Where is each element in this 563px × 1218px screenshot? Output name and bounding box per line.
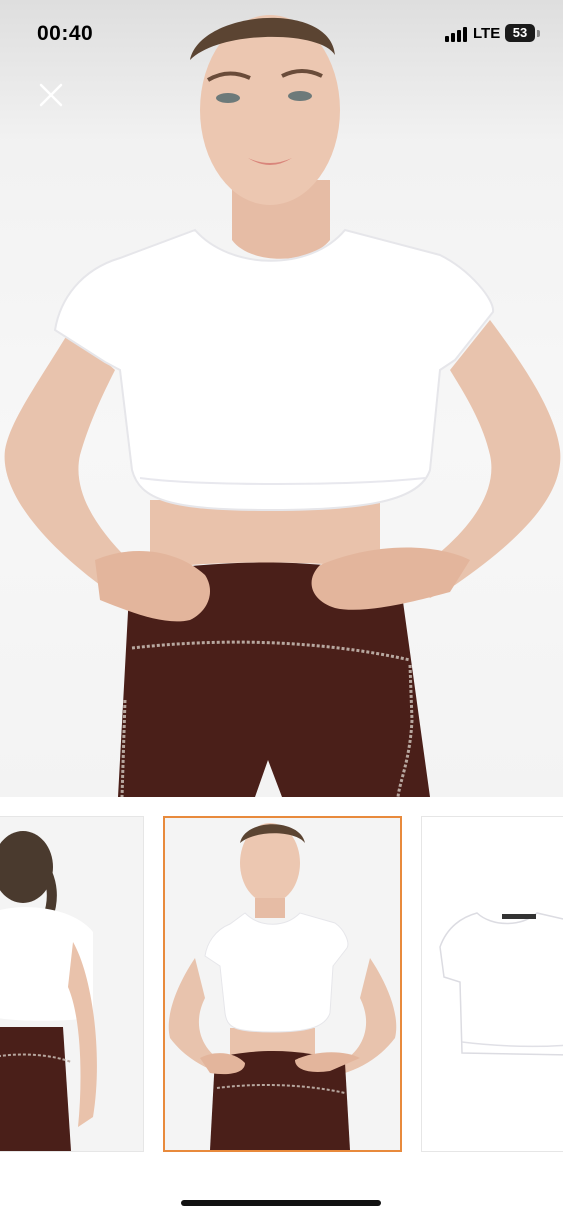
status-time: 00:40 [37, 22, 94, 45]
model-photo [4, 15, 561, 797]
thumbnail-product-flat-image [422, 817, 563, 1151]
close-button[interactable] [36, 80, 66, 110]
thumbnail-gallery [0, 816, 563, 1152]
network-type: LTE [473, 25, 501, 42]
battery-tip [537, 30, 540, 37]
thumbnail-product-flat[interactable] [421, 816, 563, 1152]
battery-icon: 53 [505, 24, 535, 42]
thumbnail-back-view[interactable] [0, 816, 144, 1152]
home-indicator[interactable] [181, 1200, 381, 1206]
main-product-image[interactable] [0, 0, 563, 797]
thumbnail-front-view[interactable] [163, 816, 402, 1152]
thumbnail-front-view-image [165, 818, 400, 1150]
close-icon [39, 83, 63, 107]
cellular-signal-icon [445, 26, 467, 42]
battery-level: 53 [512, 25, 528, 40]
thumbnail-back-view-image [0, 817, 143, 1151]
status-bar: 00:40 LTE 53 [0, 0, 563, 68]
